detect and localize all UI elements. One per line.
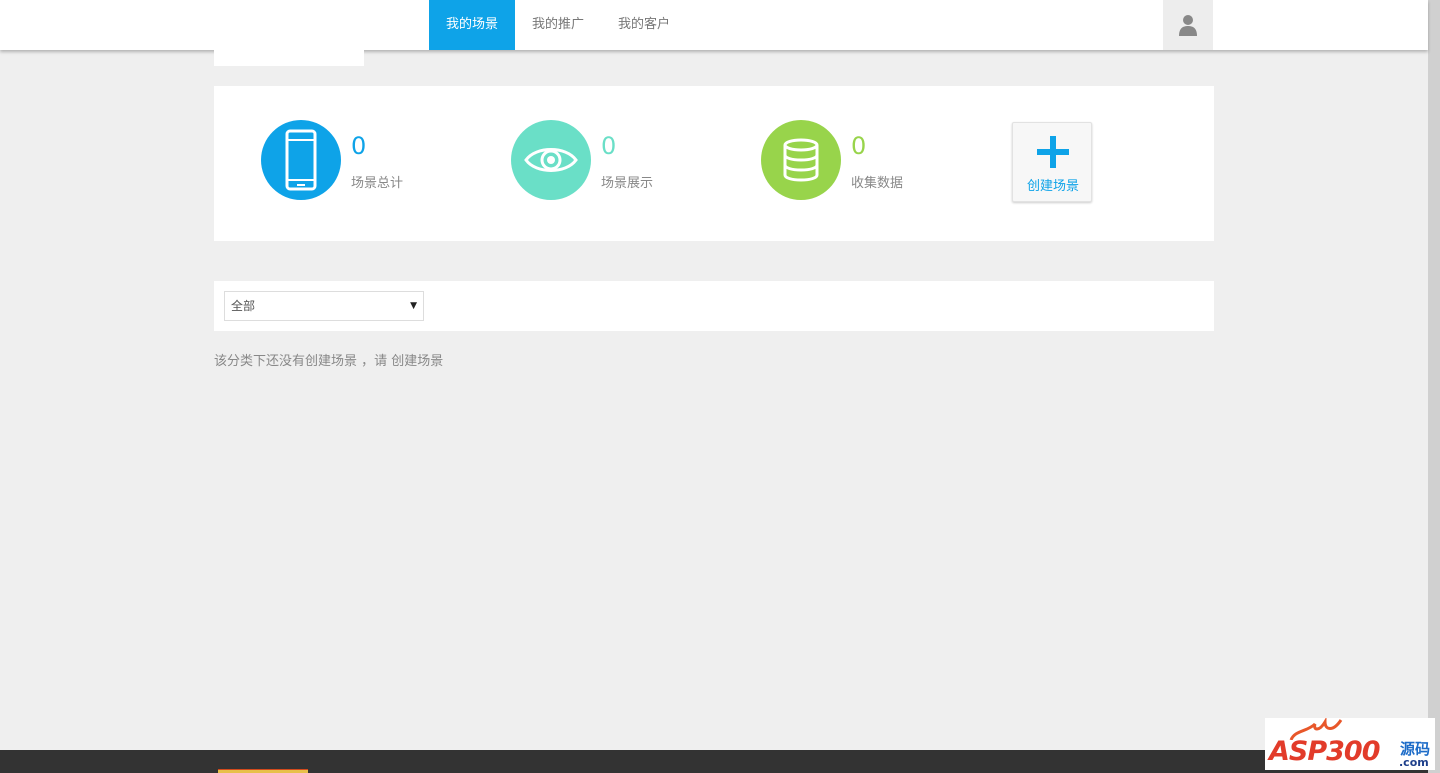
empty-state-message: 该分类下还没有创建场景 ，请 创建场景	[214, 350, 443, 369]
stat-value-scene-total: 0	[351, 132, 367, 160]
watermark-brand: ASP300	[1269, 736, 1380, 767]
stat-scene-views: 0 场景展示	[511, 120, 711, 200]
stat-scene-total: 0 场景总计	[261, 120, 461, 200]
empty-state-text: 该分类下还没有创建场景 ，请	[214, 354, 392, 369]
scrollbar-thumb[interactable]	[1428, 0, 1440, 773]
stat-label-scene-total: 场景总计	[351, 176, 404, 191]
nav-tab-my-scenes[interactable]: 我的场景	[429, 0, 516, 50]
stat-label-scene-views: 场景展示	[601, 176, 654, 191]
stat-value-collected-data: 0	[851, 132, 867, 160]
stats-panel: 0 场景总计 0 场景展示 0 收集数据 创建场景	[214, 86, 1214, 241]
dropdown-arrow-icon: ▼	[410, 301, 417, 311]
stat-circle-teal	[511, 120, 591, 200]
plus-icon	[1037, 136, 1069, 168]
main-nav: 我的场景 我的推广 我的客户	[429, 0, 687, 50]
eye-icon	[524, 148, 578, 172]
category-select-value: 全部	[231, 299, 256, 313]
create-scene-button[interactable]: 创建场景	[1012, 122, 1092, 202]
page-scrollbar[interactable]	[1428, 0, 1440, 773]
stat-collected-data: 0 收集数据	[761, 120, 961, 200]
logo-area[interactable]	[214, 0, 364, 66]
watermark-badge: ASP300 源码 .com	[1265, 718, 1435, 770]
nav-tab-my-customers[interactable]: 我的客户	[601, 0, 687, 50]
user-icon	[1179, 15, 1197, 36]
stat-circle-green	[761, 120, 841, 200]
empty-state-create-link[interactable]: 创建场景	[391, 354, 443, 369]
stat-label-collected-data: 收集数据	[851, 176, 904, 191]
watermark-brand-text: ASP300	[1269, 736, 1380, 767]
database-icon	[783, 138, 819, 182]
filter-bar: 全部 ▼	[214, 281, 1214, 331]
watermark-domain: .com	[1399, 756, 1429, 769]
user-menu-button[interactable]	[1163, 0, 1213, 50]
category-select[interactable]: 全部 ▼	[224, 291, 424, 321]
footer-logo	[218, 769, 308, 773]
nav-tab-my-promotion[interactable]: 我的推广	[515, 0, 601, 50]
phone-icon	[285, 129, 317, 191]
page-footer	[0, 750, 1428, 773]
stat-value-scene-views: 0	[601, 132, 617, 160]
create-scene-label: 创建场景	[1026, 179, 1079, 194]
stat-circle-blue	[261, 120, 341, 200]
